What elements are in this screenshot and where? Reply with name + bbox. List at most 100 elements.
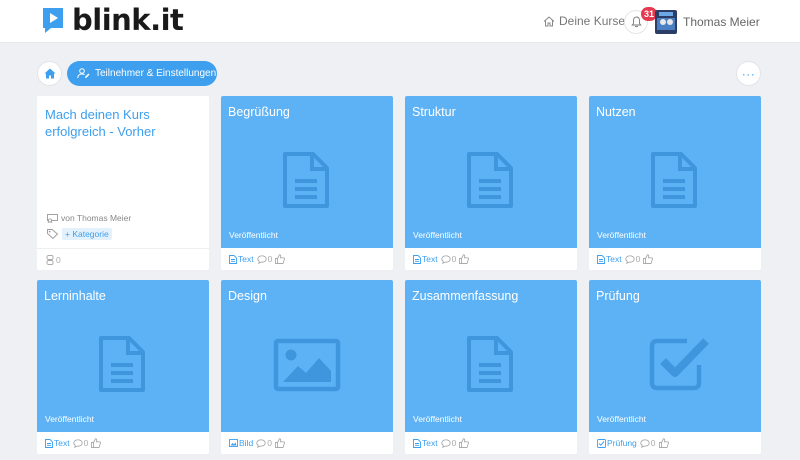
participants-icon — [46, 254, 54, 265]
lesson-tile-zusammenfassung[interactable]: Zusammenfassung Veröffentlicht Text 0 — [405, 280, 577, 454]
tile-like-button[interactable] — [643, 254, 654, 264]
tile-like-button[interactable] — [275, 254, 286, 264]
comment-icon — [440, 254, 451, 264]
tile-like-button[interactable] — [658, 438, 669, 448]
tile-comments[interactable]: 0 — [256, 254, 273, 264]
image-icon — [273, 338, 341, 392]
text-type-icon — [597, 254, 605, 264]
course-author: von Thomas Meier — [47, 213, 131, 223]
tile-type: Text — [413, 438, 438, 448]
tile-comments[interactable]: 0 — [640, 438, 656, 448]
tile-comments[interactable]: 0 — [440, 438, 457, 448]
tile-like-button[interactable] — [274, 438, 285, 448]
course-footer: 0 — [37, 248, 209, 270]
tile-comments[interactable]: 0 — [256, 438, 272, 448]
comment-icon — [440, 438, 451, 448]
thumbs-up-icon — [459, 254, 470, 264]
logo[interactable]: blink.it — [42, 5, 184, 35]
home-button[interactable] — [37, 61, 62, 86]
home-outline-icon — [543, 15, 555, 26]
tile-like-button[interactable] — [459, 254, 470, 264]
tile-type-label: Bild — [239, 438, 254, 448]
thumbs-up-icon — [91, 438, 102, 448]
text-type-icon — [229, 254, 237, 264]
document-icon — [99, 336, 145, 392]
lesson-tile-design[interactable]: Design Bild 0 — [221, 280, 393, 454]
tile-comment-count: 0 — [650, 438, 656, 448]
tile-status: Veröffentlicht — [45, 414, 94, 424]
document-icon — [651, 152, 697, 208]
tile-type: Text — [597, 254, 622, 264]
tile-comment-count: 0 — [267, 438, 272, 448]
tile-cover: Zusammenfassung Veröffentlicht — [405, 280, 577, 432]
tile-cover: Lerninhalte Veröffentlicht — [37, 280, 209, 432]
nav-my-courses[interactable]: Deine Kurse — [543, 14, 625, 28]
tile-footer: Text 0 — [37, 432, 209, 454]
comment-icon — [256, 254, 267, 264]
lesson-tile-nutzen[interactable]: Nutzen Veröffentlicht Text 0 — [589, 96, 761, 270]
tile-comment-count: 0 — [267, 254, 273, 264]
tile-status: Veröffentlicht — [229, 230, 278, 240]
more-options-button[interactable]: ··· — [736, 61, 761, 86]
tile-comments[interactable]: 0 — [72, 438, 89, 448]
text-type-icon — [45, 438, 53, 448]
tile-like-button[interactable] — [459, 438, 470, 448]
tag-icon — [47, 229, 58, 239]
tile-type-label: Prüfung — [607, 438, 637, 448]
document-icon — [467, 152, 513, 208]
tile-type-label: Text — [238, 254, 254, 264]
bell-icon — [630, 16, 642, 28]
add-category-button[interactable]: + Kategorie — [62, 228, 112, 240]
tile-title: Struktur — [412, 105, 456, 119]
tile-comments[interactable]: 0 — [624, 254, 641, 264]
thumbs-up-icon — [459, 438, 470, 448]
user-edit-icon — [77, 68, 90, 79]
tile-cover: Struktur Veröffentlicht — [405, 96, 577, 248]
lesson-tile-struktur[interactable]: Struktur Veröffentlicht Text 0 — [405, 96, 577, 270]
tile-status: Veröffentlicht — [597, 230, 646, 240]
thumbs-up-icon — [275, 254, 286, 264]
tile-type: Text — [45, 438, 70, 448]
lesson-tile-begruessung[interactable]: Begrüßung Veröffentlicht Text 0 — [221, 96, 393, 270]
document-icon — [467, 336, 513, 392]
tile-title: Nutzen — [596, 105, 636, 119]
tile-comment-count: 0 — [451, 438, 457, 448]
participants-settings-button[interactable]: Teilnehmer & Einstellungen — [67, 61, 217, 86]
tile-comment-count: 0 — [635, 254, 641, 264]
tile-comments[interactable]: 0 — [440, 254, 457, 264]
tile-comment-count: 0 — [83, 438, 89, 448]
nav-my-courses-label: Deine Kurse — [559, 14, 626, 28]
tile-cover: Prüfung Veröffentlicht — [589, 280, 761, 432]
tile-footer: Text 0 — [589, 248, 761, 270]
tile-title: Zusammenfassung — [412, 289, 519, 303]
thumbs-up-icon — [274, 438, 285, 448]
author-icon — [47, 213, 58, 223]
tile-cover: Design — [221, 280, 393, 432]
avatar[interactable] — [655, 10, 677, 34]
tile-status: Veröffentlicht — [413, 230, 462, 240]
participants-settings-label: Teilnehmer & Einstellungen — [95, 68, 217, 79]
tile-footer: Text 0 — [405, 248, 577, 270]
tile-cover: Begrüßung Veröffentlicht — [221, 96, 393, 248]
course-info-card: Mach deinen Kurs erfolgreich - Vorher vo… — [37, 96, 209, 270]
tile-title: Design — [228, 289, 267, 303]
checkbox-icon — [649, 338, 709, 391]
user-name[interactable]: Thomas Meier — [683, 15, 760, 29]
lesson-tile-pruefung[interactable]: Prüfung Veröffentlicht Prüfung 0 — [589, 280, 761, 454]
tile-status: Veröffentlicht — [413, 414, 462, 424]
tile-type: Prüfung — [597, 438, 637, 448]
comment-icon — [640, 438, 650, 448]
tile-title: Prüfung — [596, 289, 640, 303]
lesson-tile-lerninhalte[interactable]: Lerninhalte Veröffentlicht Text 0 — [37, 280, 209, 454]
course-title[interactable]: Mach deinen Kurs erfolgreich - Vorher — [45, 106, 205, 140]
tile-like-button[interactable] — [91, 438, 102, 448]
document-icon — [283, 152, 329, 208]
thumbs-up-icon — [643, 254, 654, 264]
comment-icon — [256, 438, 266, 448]
tile-type-label: Text — [422, 438, 438, 448]
tile-status: Veröffentlicht — [597, 414, 646, 424]
tile-type-label: Text — [606, 254, 622, 264]
tile-comment-count: 0 — [451, 254, 457, 264]
tile-type-label: Text — [422, 254, 438, 264]
quiz-type-icon — [597, 438, 606, 448]
